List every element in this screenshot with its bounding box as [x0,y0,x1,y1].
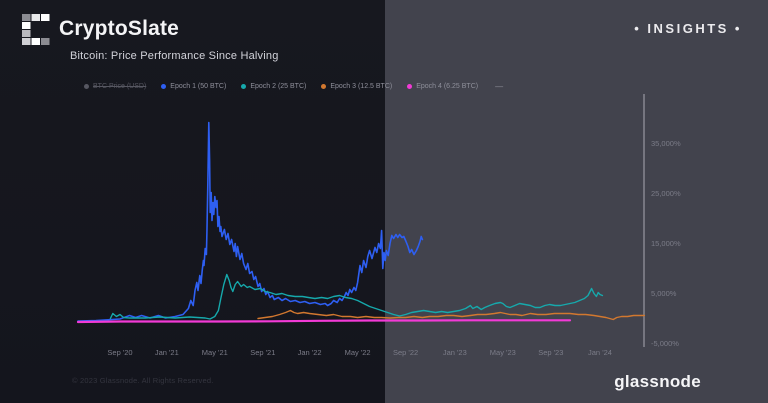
x-tick-label: Sep '21 [250,348,275,357]
legend-item-epoch-1[interactable]: Epoch 1 (50 BTC) [161,83,226,90]
legend: BTC Price (USD) Epoch 1 (50 BTC) Epoch 2 (… [84,82,504,91]
x-tick-label: May '22 [345,348,371,357]
legend-series-label: Epoch 1 (50 BTC) [170,83,226,90]
x-tick-label: Sep '20 [107,348,132,357]
brand-title: CryptoSlate [59,17,179,41]
legend-series-dot [321,84,326,89]
x-tick-label: Sep '22 [393,348,418,357]
x-tick-label: May '23 [490,348,516,357]
legend-series-label: BTC Price (USD) [93,83,146,90]
y-tick-label: 5,000% [651,289,677,298]
legend-item-epoch-4[interactable]: Epoch 4 (6.25 BTC) [407,83,478,90]
x-tick-label: Sep '23 [538,348,563,357]
legend-series-label: Epoch 4 (6.25 BTC) [416,83,478,90]
x-tick-label: Jan '24 [588,348,612,357]
legend-series-dot [241,84,246,89]
legend-series-dot [161,84,166,89]
x-tick-label: Jan '21 [155,348,179,357]
x-tick-label: May '21 [202,348,228,357]
legend-item-btc-price[interactable]: BTC Price (USD) [84,83,146,90]
copyright-text: © 2023 Glassnode. All Rights Reserved. [72,376,214,385]
insights-badge: • INSIGHTS • [634,21,742,36]
legend-series-dot [407,84,412,89]
legend-item-epoch-2[interactable]: Epoch 2 (25 BTC) [241,83,306,90]
series-line-epoch-4 [78,320,570,322]
y-tick-label: 25,000% [651,189,681,198]
legend-overflow-dash[interactable]: — [495,82,504,91]
chart-title: Bitcoin: Price Performance Since Halving [70,50,279,62]
legend-item-epoch-3[interactable]: Epoch 3 (12.5 BTC) [321,83,392,90]
legend-series-label: Epoch 2 (25 BTC) [250,83,306,90]
legend-series-dot [84,84,89,89]
y-tick-label: 15,000% [651,239,681,248]
series-line-epoch-1 [78,123,422,322]
y-tick-label: -5,000% [651,339,679,348]
glassnode-wordmark: glassnode [614,372,701,392]
y-tick-label: 35,000% [651,139,681,148]
legend-series-label: Epoch 3 (12.5 BTC) [330,83,392,90]
cryptoslate-logo-icon [22,14,52,46]
insight-card: 35,000% 25,000% 15,000% 5,000% -5,000% Sep '2… [0,0,768,403]
x-tick-label: Jan '23 [443,348,467,357]
x-tick-label: Jan '22 [298,348,322,357]
